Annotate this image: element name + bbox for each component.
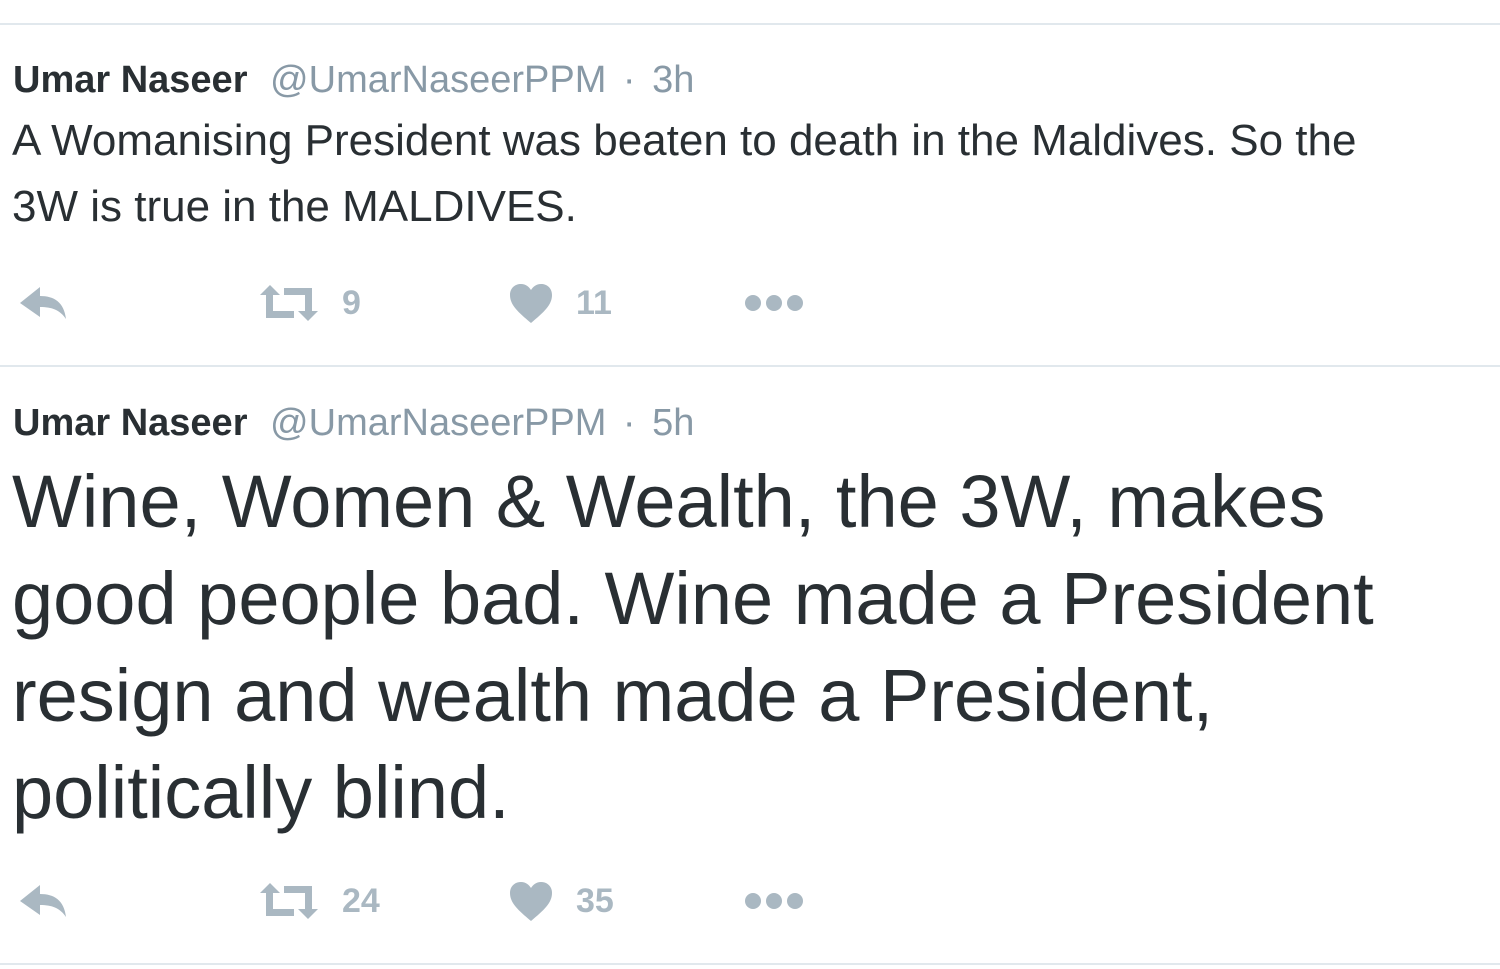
header-separator: · [622, 402, 636, 444]
retweet-count: 24 [342, 881, 380, 920]
tweet-actions: 24 35 [0, 871, 1500, 931]
more-dots-icon [744, 293, 804, 313]
retweet-icon [258, 283, 320, 323]
tweet-text: Wine, Women & Wealth, the 3W, makes good… [12, 460, 1374, 834]
author-name[interactable]: Umar Naseer [13, 59, 247, 101]
retweet-button[interactable]: 24 [258, 871, 380, 931]
more-dots-icon [744, 891, 804, 911]
more-button[interactable] [744, 273, 804, 333]
more-button[interactable] [744, 871, 804, 931]
retweet-icon [258, 881, 320, 921]
retweet-count: 9 [342, 283, 361, 322]
like-button[interactable]: 35 [508, 871, 614, 931]
reply-icon [18, 881, 68, 921]
heart-icon [508, 880, 554, 922]
reply-button[interactable] [18, 273, 68, 333]
like-count: 35 [576, 881, 614, 920]
heart-icon [508, 282, 554, 324]
like-count: 11 [576, 283, 612, 322]
header-separator: · [622, 59, 636, 101]
author-handle[interactable]: @UmarNaseerPPM [270, 59, 606, 101]
bottom-divider [0, 963, 1500, 965]
reply-icon [18, 283, 68, 323]
tweet-timestamp[interactable]: 5h [652, 402, 694, 444]
retweet-button[interactable]: 9 [258, 273, 361, 333]
like-button[interactable]: 11 [508, 273, 612, 333]
top-divider [0, 23, 1500, 25]
tweet-text: A Womanising President was beaten to dea… [12, 116, 1357, 231]
tweet-actions: 9 11 [0, 273, 1500, 333]
tweet-header: Umar Naseer @UmarNaseerPPM · 5h [13, 401, 694, 445]
tweet-divider [0, 365, 1500, 367]
author-name[interactable]: Umar Naseer [13, 402, 247, 444]
author-handle[interactable]: @UmarNaseerPPM [270, 402, 606, 444]
reply-button[interactable] [18, 871, 68, 931]
tweet-header: Umar Naseer @UmarNaseerPPM · 3h [13, 58, 694, 102]
tweet-timestamp[interactable]: 3h [652, 59, 694, 101]
